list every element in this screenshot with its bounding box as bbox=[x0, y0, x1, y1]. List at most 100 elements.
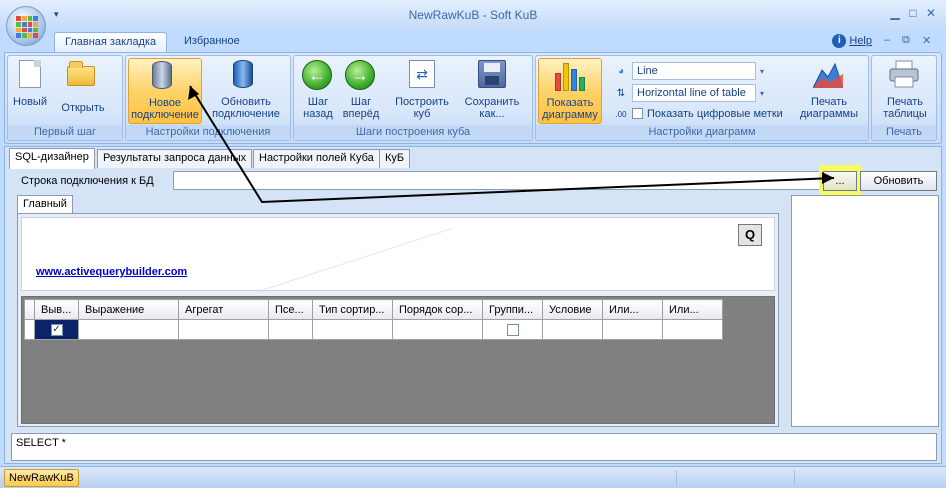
ribbon-tab-row: Главная закладка Избранное i Help – ⧉ ✕ bbox=[0, 30, 946, 52]
activequerybuilder-link[interactable]: www.activequerybuilder.com bbox=[36, 266, 187, 278]
step-forward-label-1: Шаг bbox=[350, 96, 372, 108]
tab-main[interactable]: Главная закладка bbox=[54, 32, 168, 52]
sql-text-editor[interactable]: SELECT * bbox=[11, 433, 937, 461]
tab-main-designer[interactable]: Главный bbox=[17, 195, 73, 214]
build-cube-button[interactable]: ⇄ Построить куб bbox=[390, 58, 454, 124]
column-header[interactable]: Псе... bbox=[268, 299, 313, 320]
column-header[interactable]: Выражение bbox=[78, 299, 179, 320]
column-header[interactable]: Условие bbox=[542, 299, 603, 320]
group-print: Печать таблицы Печать bbox=[871, 55, 937, 141]
tab-favorites[interactable]: Избранное bbox=[174, 32, 250, 52]
tab-query-results[interactable]: Результаты запроса данных bbox=[97, 149, 253, 168]
help-label: Help bbox=[849, 35, 872, 47]
print-table-button[interactable]: Печать таблицы bbox=[876, 58, 934, 124]
grouping-checkbox[interactable] bbox=[506, 323, 519, 336]
app-window: ▾ NewRawKuB - Soft KuB ▁ □ ✕ Главная зак… bbox=[0, 0, 946, 488]
alias-cell[interactable] bbox=[268, 319, 313, 340]
new-connection-label-2: подключение bbox=[131, 109, 199, 121]
column-header[interactable]: Группи... bbox=[482, 299, 543, 320]
expression-cell[interactable] bbox=[78, 319, 179, 340]
help-link[interactable]: i Help bbox=[832, 34, 872, 48]
save-as-label-1: Сохранить bbox=[464, 96, 520, 108]
line-type-select[interactable]: Horizontal line of table bbox=[632, 84, 756, 102]
checkbox-icon[interactable] bbox=[632, 108, 643, 119]
query-properties-button[interactable]: Q bbox=[738, 224, 762, 246]
database-refresh-icon bbox=[233, 60, 253, 88]
or-cell[interactable] bbox=[662, 319, 723, 340]
show-chart-button[interactable]: Показать диаграмму bbox=[538, 58, 602, 124]
sort-order-cell[interactable] bbox=[392, 319, 483, 340]
application-menu-button[interactable] bbox=[6, 6, 46, 46]
refresh-button[interactable]: Обновить bbox=[860, 171, 937, 191]
build-cube-label-2: куб bbox=[413, 108, 431, 120]
criteria-table: Выв... Выражение Агрегат Псе... Тип сорт… bbox=[24, 299, 723, 340]
group-label-first-step: Первый шаг bbox=[8, 125, 122, 140]
tab-sql-designer[interactable]: SQL-дизайнер bbox=[9, 148, 95, 169]
connection-string-input[interactable] bbox=[173, 171, 821, 190]
step-back-label-2: назад bbox=[303, 108, 333, 120]
new-connection-button[interactable]: Новое подключение bbox=[128, 58, 202, 124]
main-content: SQL-дизайнер Результаты запроса данных Н… bbox=[4, 146, 942, 464]
window-title: NewRawKuB - Soft KuB bbox=[408, 8, 538, 22]
condition-cell[interactable] bbox=[542, 319, 603, 340]
tab-cube-fields[interactable]: Настройки полей Куба bbox=[253, 149, 380, 168]
group-cube-steps: ← Шаг назад → Шаг вперёд ⇄ Построить куб… bbox=[293, 55, 533, 141]
group-label-chart-settings: Настройки диаграмм bbox=[536, 125, 868, 140]
diagram-pane[interactable]: Q www.activequerybuilder.com bbox=[21, 217, 775, 319]
step-forward-label-2: вперёд bbox=[342, 108, 380, 120]
column-header[interactable]: Или... bbox=[602, 299, 663, 320]
save-as-button[interactable]: Сохранить как... bbox=[458, 58, 526, 124]
digit-labels-label: Показать цифровые метки bbox=[647, 108, 783, 120]
document-task-button[interactable]: NewRawKuB bbox=[4, 469, 79, 487]
open-button[interactable]: Открыть bbox=[58, 58, 108, 124]
right-panel bbox=[791, 195, 939, 427]
print-chart-label-2: диаграммы bbox=[800, 108, 858, 120]
area-chart-icon bbox=[813, 60, 843, 88]
group-label-cube-steps: Шаги построения куба bbox=[294, 125, 532, 140]
browse-connection-button[interactable]: ... bbox=[823, 171, 857, 191]
chevron-down-icon[interactable]: ▾ bbox=[760, 89, 764, 98]
column-header[interactable]: Или... bbox=[662, 299, 723, 320]
group-first-step: Новый Открыть Первый шаг bbox=[7, 55, 123, 141]
output-cell[interactable]: ✓ bbox=[34, 319, 79, 340]
chevron-down-icon[interactable]: ▾ bbox=[760, 67, 764, 76]
refresh-connection-button[interactable]: Обновить подключение bbox=[206, 58, 286, 124]
refresh-connection-label-1: Обновить bbox=[221, 96, 271, 108]
or-cell[interactable] bbox=[602, 319, 663, 340]
print-table-label-2: таблицы bbox=[883, 108, 927, 120]
maximize-button[interactable]: □ bbox=[904, 5, 922, 21]
output-checkbox[interactable]: ✓ bbox=[50, 323, 63, 336]
show-chart-label-1: Показать bbox=[546, 97, 594, 109]
chart-type-icon: ◕ bbox=[617, 66, 625, 77]
mdi-restore-button[interactable]: ⧉ bbox=[902, 34, 910, 47]
new-connection-label-1: Новое bbox=[148, 97, 182, 109]
tab-cube[interactable]: КуБ bbox=[379, 149, 411, 168]
open-folder-icon bbox=[67, 61, 95, 86]
print-chart-button[interactable]: Печать диаграммы bbox=[792, 58, 866, 124]
chart-type-select[interactable]: Line bbox=[632, 62, 756, 80]
status-bar: NewRawKuB bbox=[0, 466, 946, 488]
mdi-close-button[interactable]: ✕ bbox=[922, 34, 931, 47]
group-label-connection: Настройки подключения bbox=[126, 125, 290, 140]
column-header[interactable]: Агрегат bbox=[178, 299, 269, 320]
column-header[interactable]: Тип сортир... bbox=[312, 299, 393, 320]
digit-labels-checkbox[interactable]: Показать цифровые метки bbox=[632, 108, 783, 120]
step-back-button[interactable]: ← Шаг назад bbox=[298, 58, 338, 124]
save-as-label-2: как... bbox=[479, 108, 505, 120]
group-chart-settings: Показать диаграмму ◕ Line ▾ ⇅ Horizontal… bbox=[535, 55, 869, 141]
close-button[interactable]: ✕ bbox=[922, 5, 940, 21]
arrow-right-icon: → bbox=[345, 60, 375, 90]
sort-type-cell[interactable] bbox=[312, 319, 393, 340]
minimize-button[interactable]: ▁ bbox=[886, 5, 904, 21]
row-indicator-header bbox=[24, 299, 35, 320]
title-bar: ▾ NewRawKuB - Soft KuB ▁ □ ✕ bbox=[0, 0, 946, 30]
grouping-cell[interactable] bbox=[482, 319, 543, 340]
mdi-minimize-button[interactable]: – bbox=[884, 34, 890, 46]
step-forward-button[interactable]: → Шаг вперёд bbox=[340, 58, 382, 124]
new-label: Новый bbox=[13, 96, 47, 108]
aggregate-cell[interactable] bbox=[178, 319, 269, 340]
new-button[interactable]: Новый bbox=[12, 58, 48, 124]
save-disk-icon bbox=[478, 60, 506, 88]
column-header[interactable]: Порядок сор... bbox=[392, 299, 483, 320]
column-header[interactable]: Выв... bbox=[34, 299, 79, 320]
